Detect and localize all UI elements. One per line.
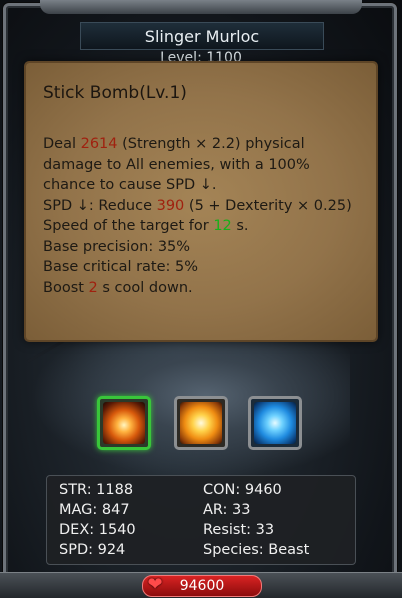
skill-title: Stick Bomb(Lv.1) (43, 83, 187, 103)
duration-value: 12 (213, 218, 232, 234)
desc-line: SPD ↓: Reduce 390 (5 + Dexterity × 0.25) (43, 196, 368, 217)
top-ornament (40, 0, 362, 14)
stat-resist: Resist: 33 (203, 522, 275, 538)
stat-dex: DEX: 1540 (59, 522, 136, 538)
skill-slot-2[interactable] (174, 396, 228, 450)
stat-str: STR: 1188 (59, 482, 134, 498)
desc-text: s cool down. (97, 279, 193, 296)
desc-line: Base critical rate: 5% (43, 259, 199, 275)
stat-species: Species: Beast (203, 542, 310, 558)
desc-text: (Strength × 2.2) physical (117, 136, 305, 152)
explosion-icon (180, 402, 222, 444)
desc-line: damage to All enemies, with a 100% (43, 156, 310, 173)
desc-line: Speed of the target for 12 s. (43, 216, 368, 237)
skill-slot-1[interactable] (97, 396, 151, 450)
fire-burst-icon (103, 402, 145, 444)
stat-ar: AR: 33 (203, 502, 251, 518)
stats-panel: STR: 1188 MAG: 847 DEX: 1540 SPD: 924 CO… (46, 475, 356, 565)
spd-reduce-value: 390 (156, 197, 185, 214)
stat-spd: SPD: 924 (59, 542, 126, 558)
desc-text: Speed of the target for (43, 218, 214, 234)
skill-description: Deal 2614 (Strength × 2.2) physical dama… (43, 134, 368, 298)
ice-totem-icon (254, 402, 296, 444)
character-name-text: Slinger Murloc (144, 26, 260, 46)
skill-tooltip-scroll: Stick Bomb(Lv.1) Deal 2614 (Strength × 2… (26, 63, 376, 340)
desc-line: Base precision: 35% (43, 238, 191, 255)
desc-line: chance to cause SPD ↓. (43, 177, 217, 193)
stat-con: CON: 9460 (203, 482, 282, 498)
skill-slot-3[interactable] (248, 396, 302, 450)
damage-value: 2614 (80, 136, 118, 152)
cooldown-value: 2 (88, 279, 98, 296)
character-name: Slinger Murloc (80, 22, 324, 50)
hp-value: 94600 (179, 578, 225, 594)
desc-line: Deal 2614 (Strength × 2.2) physical (43, 134, 368, 155)
desc-text: s. (231, 218, 249, 234)
desc-text: Boost (43, 279, 89, 296)
desc-text: Deal (43, 136, 81, 152)
heart-icon: ❤ (147, 573, 163, 595)
stat-mag: MAG: 847 (59, 502, 130, 518)
desc-text: SPD ↓: Reduce (43, 197, 157, 214)
desc-text: (5 + Dexterity × 0.25) (184, 197, 352, 214)
desc-line: Boost 2 s cool down. (43, 278, 368, 299)
